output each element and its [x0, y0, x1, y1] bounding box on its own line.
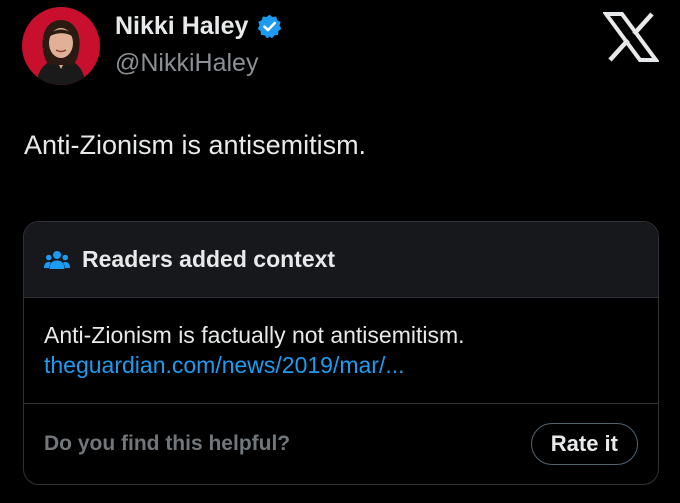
note-text: Anti-Zionism is factually not antisemiti…	[44, 322, 465, 348]
avatar[interactable]	[22, 7, 100, 85]
note-body: Anti-Zionism is factually not antisemiti…	[24, 298, 658, 404]
source-link[interactable]: theguardian.com/news/2019/mar/...	[44, 350, 658, 380]
readers-icon	[44, 249, 70, 271]
rate-it-button[interactable]: Rate it	[530, 423, 638, 465]
community-note: Readers added context Anti-Zionism is fa…	[23, 221, 659, 485]
note-header-title: Readers added context	[82, 246, 336, 272]
verified-badge-icon	[256, 13, 283, 40]
helpful-question: Do you find this helpful?	[44, 432, 291, 455]
x-logo-icon[interactable]	[602, 12, 660, 62]
note-footer: Do you find this helpful? Rate it	[24, 404, 658, 484]
author-handle[interactable]: @NikkiHaley	[115, 49, 258, 78]
tweet-text: Anti-Zionism is antisemitism.	[24, 130, 367, 160]
author-name[interactable]: Nikki Haley	[115, 12, 248, 41]
note-header: Readers added context	[24, 222, 658, 298]
author-name-row: Nikki Haley	[115, 12, 283, 41]
